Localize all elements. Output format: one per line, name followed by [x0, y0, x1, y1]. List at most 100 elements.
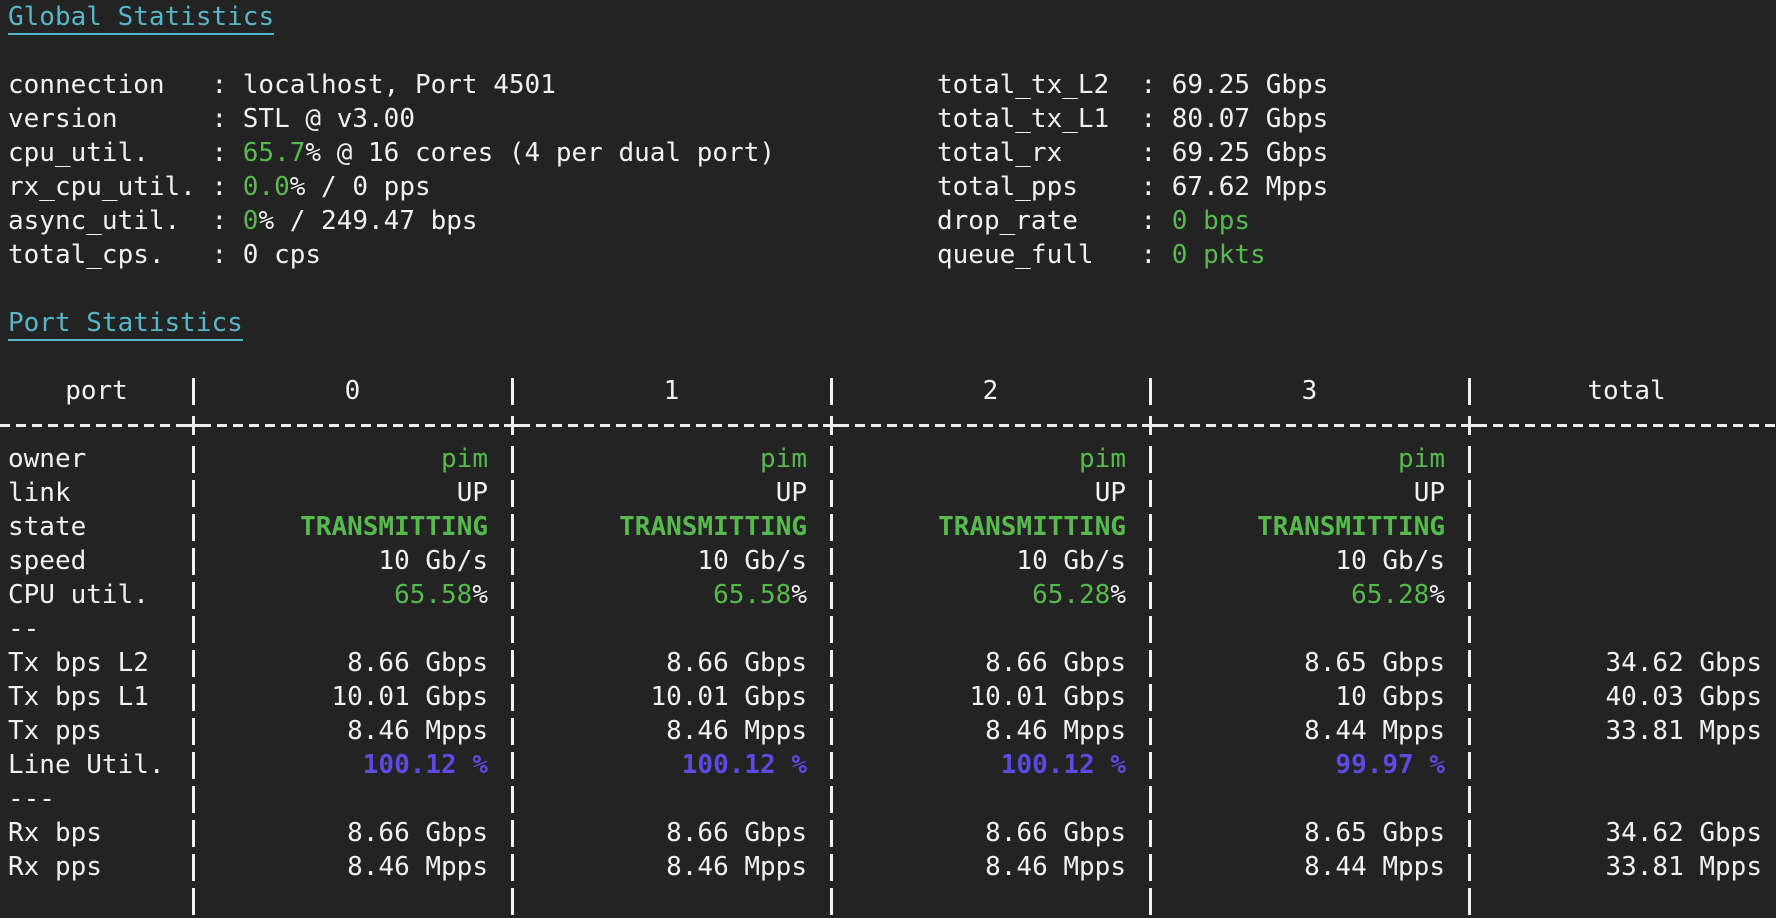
- column-divider: [1461, 544, 1477, 578]
- column-divider: [504, 510, 520, 544]
- stat-label: connection: [8, 70, 165, 100]
- table-row-link: link UP UP UP UP: [0, 476, 1776, 510]
- cell-port-1: 8.66 Gbps: [666, 818, 807, 848]
- cpu-value: 65.28: [1351, 580, 1430, 610]
- stat-value: STL @ v3.00: [242, 104, 415, 134]
- cell-total: [1477, 748, 1776, 782]
- column-divider: [504, 442, 520, 476]
- cell-port-3: TRANSMITTING: [1257, 512, 1445, 542]
- separator-cross: [1142, 408, 1158, 442]
- column-divider: [1142, 476, 1158, 510]
- cell-port-3: 8.65 Gbps: [1304, 648, 1445, 678]
- column-divider: [823, 544, 839, 578]
- stat-value: % / 249.47 bps: [258, 206, 478, 236]
- cell-port-0: [201, 612, 504, 646]
- cell-port-1: 8.66 Gbps: [666, 648, 807, 678]
- column-divider: [1142, 884, 1158, 918]
- separator-dash: [1477, 408, 1776, 442]
- colon: :: [211, 206, 228, 236]
- column-divider: [1461, 612, 1477, 646]
- cell-port-1: 10 Gb/s: [697, 546, 807, 576]
- cell-port-3: 99.97 %: [1335, 750, 1445, 780]
- column-divider: [1142, 510, 1158, 544]
- stat-value-highlight: 0: [242, 206, 259, 236]
- cell-port-3: 8.44 Mpps: [1304, 852, 1445, 882]
- header-port-3: 3: [1301, 376, 1318, 406]
- cell-port-1: 8.46 Mpps: [666, 716, 807, 746]
- column-divider: [1461, 476, 1477, 510]
- cell-port-3: UP: [1413, 478, 1445, 508]
- table-row-owner: owner pim pim pim pim: [0, 442, 1776, 476]
- stat-value-highlight: 65.7: [242, 138, 306, 168]
- terminal-screen: { "colors":{ "background":"#232323", "fo…: [0, 0, 1776, 918]
- cell-port-1: 10.01 Gbps: [650, 682, 807, 712]
- column-divider: [504, 884, 520, 918]
- row-label: owner: [8, 444, 87, 474]
- cell-total: 33.81 Mpps: [1605, 716, 1762, 746]
- column-divider: [185, 476, 201, 510]
- column-divider: [185, 374, 201, 408]
- cell-port-3: [1158, 612, 1461, 646]
- column-divider: [1461, 374, 1477, 408]
- cell-total: [1477, 884, 1776, 918]
- column-divider: [1142, 850, 1158, 884]
- stat-label: queue_full: [937, 240, 1094, 270]
- stat-label: total_tx_L1: [937, 104, 1110, 134]
- table-header-row: port 0 1 2 3 total: [0, 374, 1776, 408]
- cell-total: [1477, 544, 1776, 578]
- cell-total: [1477, 442, 1776, 476]
- header-port: port: [65, 376, 128, 406]
- column-divider: [1142, 442, 1158, 476]
- colon: :: [211, 172, 228, 202]
- column-divider: [185, 544, 201, 578]
- table-row-line-util: Line Util. 100.12 % 100.12 % 100.12 % 99…: [0, 748, 1776, 782]
- stat-label: cpu_util.: [8, 138, 149, 168]
- table-row-rx-pps: Rx pps 8.46 Mpps 8.46 Mpps 8.46 Mpps 8.4…: [0, 850, 1776, 884]
- row-label: state: [8, 512, 87, 542]
- cpu-value: 65.58: [713, 580, 792, 610]
- column-divider: [823, 646, 839, 680]
- column-divider: [504, 374, 520, 408]
- stat-label: version: [8, 104, 118, 134]
- cell-total: [1477, 612, 1776, 646]
- column-divider: [823, 476, 839, 510]
- stat-row-rx-cpu-util: rx_cpu_util.:0.0% / 0 pps: [8, 170, 775, 204]
- stat-label: total_tx_L2: [937, 70, 1110, 100]
- separator-cross: [185, 408, 201, 442]
- column-divider: [823, 782, 839, 816]
- stat-value: 69.25 Gbps: [1171, 138, 1329, 168]
- port-statistics-heading: Port Statistics: [8, 307, 243, 341]
- cell-port-0: UP: [456, 478, 488, 508]
- cell-port-2: 65.28%: [839, 578, 1142, 612]
- column-divider: [185, 612, 201, 646]
- cell-port-1: 100.12 %: [681, 750, 807, 780]
- column-divider: [1142, 374, 1158, 408]
- column-divider: [1142, 680, 1158, 714]
- cell-port-2: 8.46 Mpps: [985, 852, 1126, 882]
- stat-value: 80.07 Gbps: [1171, 104, 1329, 134]
- cell-port-2: [839, 782, 1142, 816]
- column-divider: [823, 578, 839, 612]
- cell-port-2: 10.01 Gbps: [969, 682, 1126, 712]
- stat-value: 69.25 Gbps: [1171, 70, 1329, 100]
- cell-port-3: pim: [1398, 444, 1445, 474]
- cell-port-3: 8.44 Mpps: [1304, 716, 1445, 746]
- stat-row-queue-full: queue_full:0 pkts: [937, 238, 1328, 272]
- colon: :: [211, 138, 228, 168]
- column-divider: [504, 578, 520, 612]
- colon: :: [211, 70, 228, 100]
- table-row-tx-bps-l1: Tx bps L1 10.01 Gbps 10.01 Gbps 10.01 Gb…: [0, 680, 1776, 714]
- table-row-spacer: ---: [0, 782, 1776, 816]
- percent-sign: %: [1429, 580, 1445, 610]
- row-label: [0, 884, 185, 918]
- colon: :: [211, 104, 228, 134]
- table-row-spacer: --: [0, 612, 1776, 646]
- stat-label: total_cps.: [8, 240, 165, 270]
- column-divider: [185, 816, 201, 850]
- stat-row-total-pps: total_pps:67.62 Mpps: [937, 170, 1328, 204]
- column-divider: [1461, 510, 1477, 544]
- column-divider: [504, 646, 520, 680]
- cell-port-0: 8.66 Gbps: [347, 818, 488, 848]
- column-divider: [185, 680, 201, 714]
- percent-sign: %: [472, 580, 488, 610]
